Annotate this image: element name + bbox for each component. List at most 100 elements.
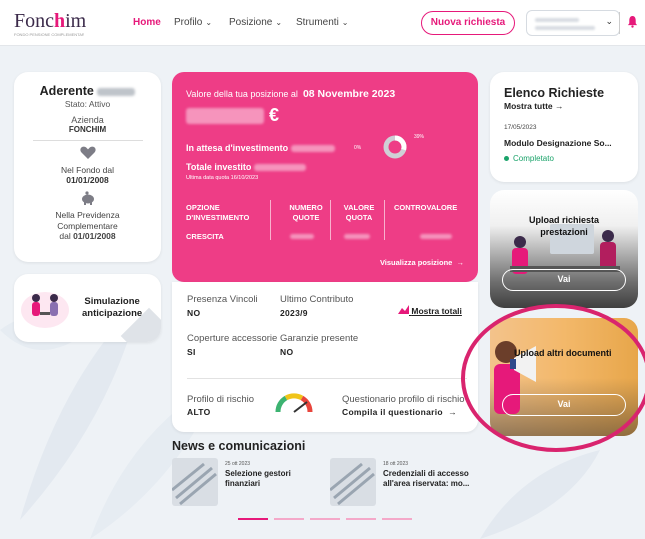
top-navigation-bar: Fonchim FONDO PENSIONE COMPLEMENTARE Hom… <box>0 0 645 46</box>
simulation-label: Simulazione anticipazione <box>82 296 143 319</box>
quote-value-redacted <box>344 234 370 239</box>
upload-documents-card[interactable]: Upload altri documenti Vai <box>490 318 638 436</box>
upload-request-card[interactable]: Upload richiesta prestazioni Vai <box>490 190 638 308</box>
position-title: Valore della tua posizione al 08 Novembr… <box>186 88 396 100</box>
quota-date: Ultima data quota 16/10/2023 <box>186 175 259 181</box>
last-contribution-value: 2023/9 <box>280 308 308 318</box>
simulation-card[interactable]: Simulazione anticipazione <box>14 274 161 342</box>
news-item[interactable]: 25 ott 2023 Selezione gestori finanziari <box>171 458 322 510</box>
col-divider <box>270 200 271 240</box>
member-id-redacted <box>97 87 136 96</box>
company-label: Azienda <box>71 115 104 125</box>
news-title: Credenziali di accesso all'area riservata… <box>383 469 470 488</box>
total-invested-label: Totale investito <box>186 162 306 172</box>
show-totals-link[interactable]: Mostra totali <box>398 305 462 316</box>
fonchim-logo[interactable]: Fonchim <box>14 10 86 33</box>
carousel-dot[interactable] <box>274 518 304 520</box>
request-status: Completato <box>504 154 554 163</box>
countervalue-redacted <box>420 234 452 239</box>
row-option-name: CRESCITA <box>186 232 224 241</box>
col-number-quotes: NUMERO QUOTE <box>289 203 323 222</box>
upload-documents-title: Upload altri documenti <box>514 348 612 358</box>
arrow-right-icon: → <box>456 258 465 267</box>
news-item[interactable]: 18 ott 2023 Credenziali di accesso all'ar… <box>329 458 480 510</box>
arrow-right-icon: → <box>448 407 458 417</box>
col-countervalue: CONTROVALORE <box>394 203 458 212</box>
col-investment-option: OPZIONE D'INVESTIMENTO <box>186 203 250 222</box>
nav-posizione[interactable]: Posizione ⌄ <box>229 17 282 28</box>
member-profile-card: Aderente Stato: Attivo Azienda FONCHIM N… <box>14 72 161 262</box>
view-position-link[interactable]: Visualizza posizione → <box>380 258 464 267</box>
col-divider <box>330 200 331 240</box>
user-name-redacted <box>535 18 579 22</box>
logo-subtitle: FONDO PENSIONE COMPLEMENTARE <box>14 32 84 37</box>
divider <box>32 140 143 141</box>
piggy-bank-icon <box>81 191 94 205</box>
request-name[interactable]: Modulo Designazione So... <box>504 138 612 148</box>
requests-list-card: Elenco Richieste Mostra tutte → 17/05/20… <box>490 72 638 182</box>
show-all-link[interactable]: Mostra tutte → <box>504 101 564 111</box>
donut-pct-right: 39% <box>414 134 425 140</box>
constraints-value: NO <box>187 308 201 318</box>
bell-icon[interactable] <box>627 15 638 28</box>
company-name: FONCHIM <box>68 125 107 134</box>
divider <box>187 378 467 379</box>
pension-since-label: Nella Previdenza Complementare dal 01/01… <box>55 210 120 241</box>
risk-profile-label: Profilo di rischio <box>187 394 255 405</box>
pension-since-date: 01/01/2008 <box>73 231 116 241</box>
header-divider <box>619 12 620 34</box>
status-dot-icon <box>504 156 509 162</box>
new-request-button[interactable]: Nuova richiesta <box>421 11 515 35</box>
carousel-dot[interactable] <box>382 518 412 520</box>
member-title: Aderente <box>14 84 161 98</box>
fund-since-label: Nel Fondo dal <box>61 165 114 175</box>
questionnaire-label: Questionario profilo di rischio <box>342 394 465 405</box>
nav-strumenti[interactable]: Strumenti ⌄ <box>296 17 349 28</box>
constraints-label: Presenza Vincoli <box>187 294 258 305</box>
amount-redacted <box>186 108 264 125</box>
newspaper-thumbnail-icon <box>171 458 218 506</box>
carousel-dot-active[interactable] <box>238 518 268 520</box>
heart-icon <box>79 146 96 159</box>
people-illustration-icon <box>21 292 69 328</box>
arrow-right-icon: → <box>555 101 564 111</box>
news-date: 25 ott 2023 <box>225 461 251 467</box>
carousel-dot[interactable] <box>310 518 340 520</box>
coverage-label: Coperture accessorie <box>187 333 278 344</box>
coverage-value: SI <box>187 347 196 357</box>
upload-documents-go-button[interactable]: Vai <box>502 394 626 416</box>
guarantee-label: Garanzie presente <box>280 333 359 344</box>
user-menu[interactable]: ⌄ <box>526 10 620 36</box>
col-divider <box>384 200 385 240</box>
chevron-down-icon: ⌄ <box>275 18 283 27</box>
donut-pct-small: 0% <box>354 145 362 151</box>
member-status: Stato: Attivo <box>64 99 111 109</box>
position-details-card: Presenza Vincoli NO Ultimo Contributo 20… <box>172 282 478 432</box>
chevron-down-icon: ⌄ <box>205 18 213 27</box>
user-id-redacted <box>535 26 595 30</box>
last-contribution-label: Ultimo Contributo <box>280 294 354 305</box>
newspaper-thumbnail-icon <box>329 458 376 506</box>
chart-icon <box>398 305 409 314</box>
requests-title: Elenco Richieste <box>504 86 605 100</box>
fill-questionnaire-link[interactable]: Compila il questionario → <box>342 407 457 417</box>
allocation-donut-chart <box>383 135 407 159</box>
chevron-down-icon: ⌄ <box>341 18 349 27</box>
nav-profilo[interactable]: Profilo ⌄ <box>174 17 212 28</box>
risk-gauge-icon <box>275 393 313 413</box>
quotes-redacted <box>290 234 314 239</box>
news-date: 18 ott 2023 <box>383 461 409 467</box>
carousel-dot[interactable] <box>346 518 376 520</box>
upload-request-title: Upload richiesta prestazioni <box>528 215 600 237</box>
fund-since-date: 01/01/2008 <box>66 175 109 185</box>
upload-request-go-button[interactable]: Vai <box>502 269 626 291</box>
chevron-down-icon: ⌄ <box>605 16 613 26</box>
position-value-card: Valore della tua posizione al 08 Novembr… <box>172 72 478 282</box>
news-section-title: News e comunicazioni <box>172 439 306 453</box>
position-amount: € <box>186 105 279 126</box>
news-title: Selezione gestori finanziari <box>225 469 291 488</box>
risk-profile-value: ALTO <box>187 407 211 417</box>
guarantee-value: NO <box>280 347 294 357</box>
nav-home[interactable]: Home <box>133 17 161 28</box>
col-quote-value: VALORE QUOTA <box>343 203 375 222</box>
